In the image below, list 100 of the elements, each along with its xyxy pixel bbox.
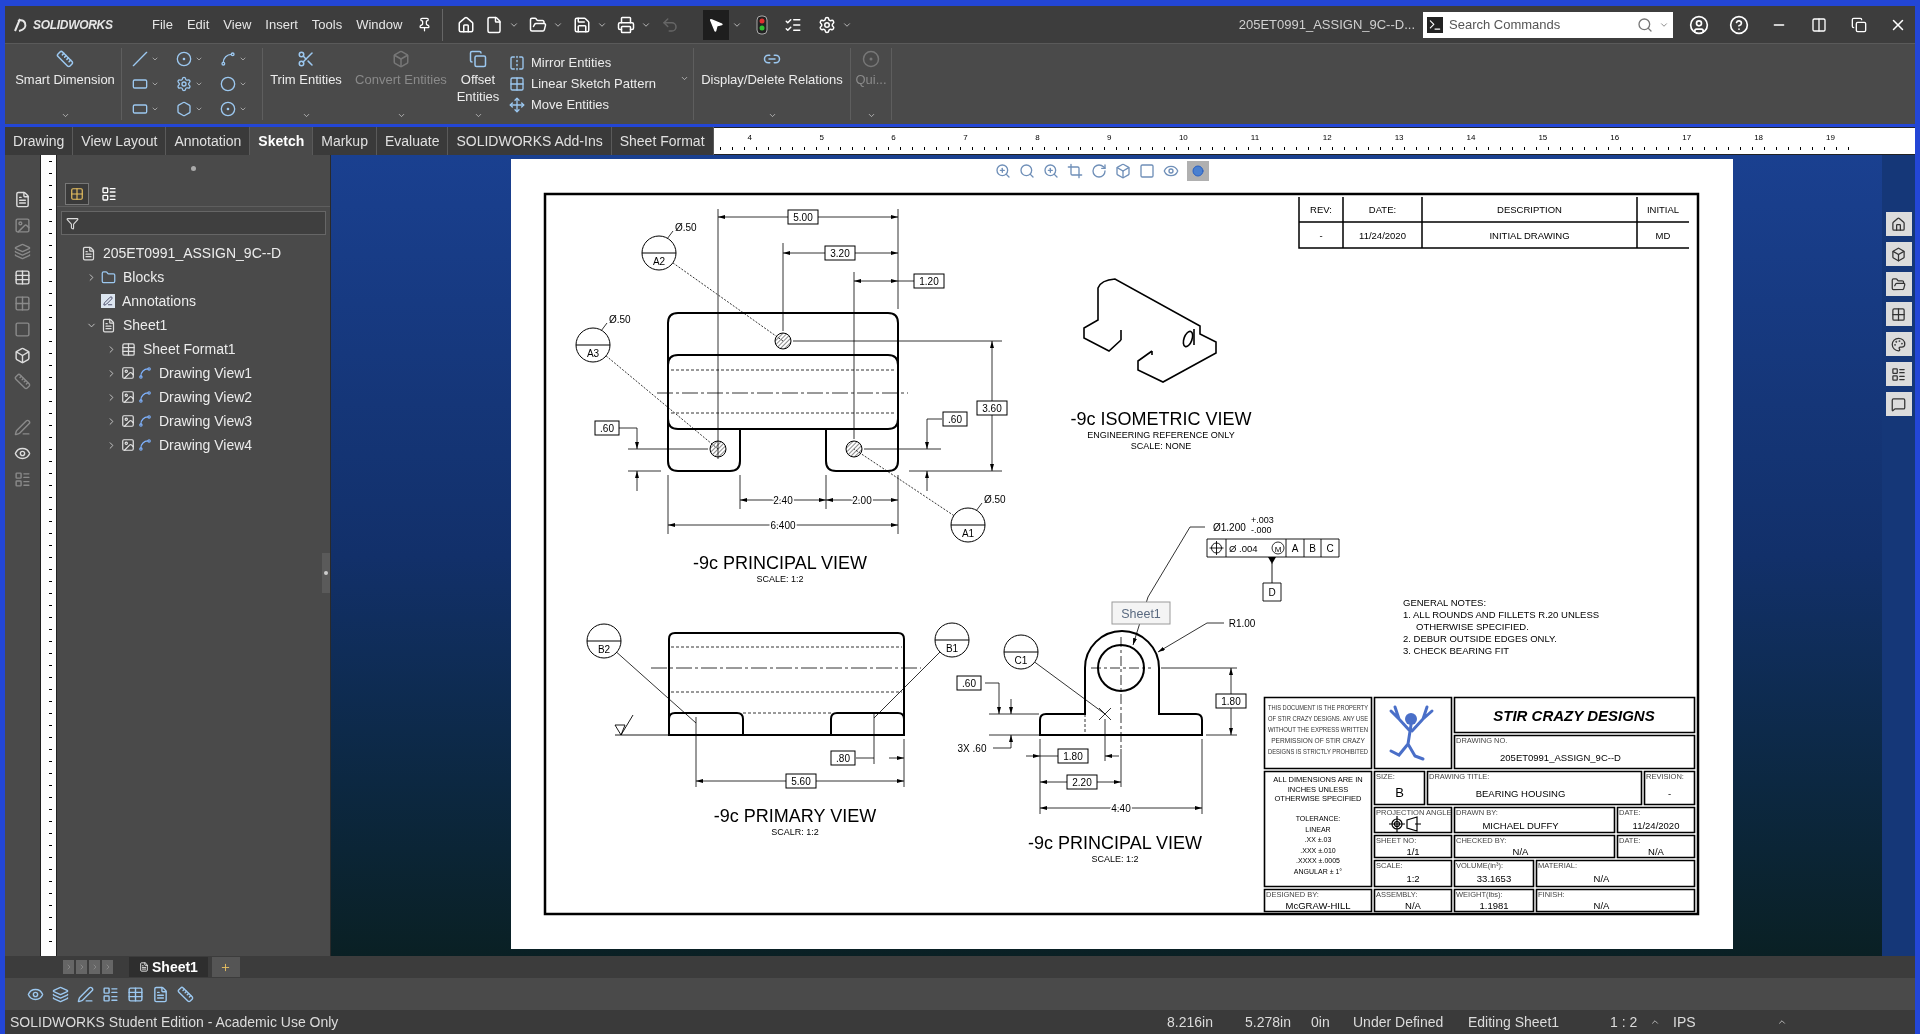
search-icon[interactable] — [1637, 16, 1653, 33]
caret-icon[interactable] — [60, 111, 70, 120]
hexagon-tool-icon[interactable] — [176, 100, 192, 117]
ribbon-tab[interactable]: Sketch — [250, 127, 314, 155]
search-field[interactable]: Search Commands — [1449, 14, 1631, 35]
ellipse-tool-icon[interactable] — [220, 76, 236, 92]
frame-icon[interactable] — [14, 321, 31, 338]
panel-resize-handle[interactable] — [322, 553, 330, 593]
ribbon-button[interactable]: Display/Delete Relations — [694, 44, 850, 124]
menu-item[interactable]: File — [145, 10, 180, 39]
ruler-number: 11 — [1250, 133, 1260, 142]
traffic-light-icon[interactable] — [756, 14, 769, 35]
save-icon[interactable] — [573, 15, 592, 34]
field-value: N/A — [1405, 900, 1421, 911]
part-reference-icon — [138, 414, 152, 428]
rotate-icon[interactable] — [1091, 163, 1107, 179]
spline-tool-icon[interactable] — [220, 51, 236, 68]
block-icon[interactable] — [14, 347, 31, 364]
task-pane-tab[interactable] — [1885, 332, 1912, 356]
caret-icon[interactable] — [1777, 1017, 1788, 1027]
tree-item[interactable]: Sheet1 — [57, 313, 330, 337]
search-box[interactable]: Search Commands — [1423, 11, 1673, 38]
feature-tree-tab[interactable] — [65, 182, 89, 205]
grid-icon[interactable] — [14, 295, 31, 312]
tree-item[interactable]: Sheet Format1 — [57, 337, 330, 361]
task-pane-tab[interactable] — [1885, 272, 1912, 296]
rectangle-tool-icon[interactable] — [132, 76, 148, 92]
tree-item[interactable]: Drawing View2 — [57, 385, 330, 409]
line-tool-icon[interactable] — [132, 51, 148, 68]
task-pane-tab[interactable] — [1885, 362, 1912, 386]
display-style-icon[interactable] — [1139, 163, 1155, 179]
help-icon[interactable] — [1729, 14, 1749, 35]
polygon-gear-icon[interactable] — [176, 76, 192, 92]
layers-icon[interactable] — [52, 985, 69, 1003]
task-pane-tab[interactable] — [1885, 242, 1912, 266]
ribbon-button[interactable]: Trim Entities — [263, 44, 349, 124]
layers-icon[interactable] — [14, 243, 31, 260]
view-orientation-icon[interactable] — [1115, 163, 1131, 179]
document-icon[interactable] — [152, 985, 169, 1003]
add-sheet-button[interactable] — [211, 957, 240, 977]
restore-icon[interactable] — [1851, 16, 1867, 33]
tile-windows-icon[interactable] — [1811, 16, 1827, 33]
new-document-icon[interactable] — [485, 15, 504, 34]
tree-item[interactable]: Blocks — [57, 265, 330, 289]
zoom-area-icon[interactable] — [1019, 163, 1035, 179]
tree-item[interactable]: Drawing View4 — [57, 433, 330, 457]
properties-icon — [1891, 366, 1906, 382]
print-icon[interactable] — [617, 15, 636, 34]
table-icon[interactable] — [14, 269, 31, 286]
tree-item[interactable]: Drawing View1 — [57, 361, 330, 385]
caret-icon[interactable] — [301, 111, 311, 120]
select-tool-button[interactable] — [703, 9, 730, 40]
tree-item[interactable]: Drawing View3 — [57, 409, 330, 433]
menu-item[interactable]: Insert — [258, 10, 305, 39]
menu-item[interactable]: Window — [349, 10, 410, 39]
caret-icon[interactable] — [767, 111, 777, 120]
pen-icon[interactable] — [77, 985, 94, 1003]
pin-icon[interactable] — [417, 17, 433, 32]
caret-icon[interactable] — [1650, 1017, 1661, 1027]
sheet-tab[interactable]: Sheet1 — [129, 957, 208, 977]
caret-icon[interactable] — [680, 74, 689, 83]
zoom-fit-icon[interactable] — [995, 163, 1011, 179]
ribbon-button[interactable]: Linear Sketch Pattern — [509, 73, 693, 95]
task-pane-tab[interactable] — [1885, 392, 1912, 416]
caret-icon[interactable] — [239, 80, 247, 88]
zoom-icon[interactable] — [1043, 163, 1059, 179]
menu-item[interactable]: View — [216, 10, 259, 39]
crop-icon[interactable] — [1067, 163, 1083, 179]
panel-grip-icon[interactable] — [191, 165, 196, 171]
tree-item[interactable]: 205ET0991_ASSIGN_9C--D — [57, 241, 330, 265]
ribbon-button[interactable]: Move Entities — [509, 94, 693, 116]
ribbon-button[interactable]: Offset Entities — [453, 44, 503, 124]
display-button[interactable] — [1187, 161, 1209, 181]
ruler-icon[interactable] — [14, 373, 31, 390]
menu-item[interactable]: Tools — [304, 10, 350, 39]
user-icon[interactable] — [1689, 14, 1709, 35]
status-text: 5.278in — [1245, 1012, 1291, 1032]
ribbon-button[interactable]: Smart Dimension — [9, 44, 121, 124]
note-icon[interactable] — [14, 191, 31, 208]
open-folder-icon[interactable] — [529, 15, 548, 34]
caret-icon[interactable] — [473, 111, 483, 120]
task-pane-tab[interactable] — [1885, 302, 1912, 326]
circle-tool-icon[interactable] — [176, 51, 192, 68]
eye-icon[interactable] — [14, 445, 31, 462]
caret-icon[interactable] — [195, 80, 203, 88]
list-icon[interactable] — [14, 471, 31, 488]
picture-icon[interactable] — [14, 217, 31, 234]
ribbon-button[interactable]: Mirror Entities — [509, 52, 693, 74]
sketch-icon[interactable] — [14, 419, 31, 436]
tree-item[interactable]: Annotations — [57, 289, 330, 313]
home-icon[interactable] — [457, 15, 476, 34]
list-icon[interactable] — [102, 985, 119, 1003]
task-pane-tab[interactable] — [1885, 212, 1912, 236]
caret-icon[interactable] — [151, 80, 159, 88]
filter-icon[interactable] — [66, 216, 79, 230]
visibility-icon[interactable] — [1163, 163, 1179, 179]
table-icon[interactable] — [127, 985, 144, 1003]
settings-icon[interactable] — [818, 15, 837, 34]
sphere-icon — [1192, 165, 1204, 177]
menu-item[interactable]: Edit — [179, 10, 217, 39]
